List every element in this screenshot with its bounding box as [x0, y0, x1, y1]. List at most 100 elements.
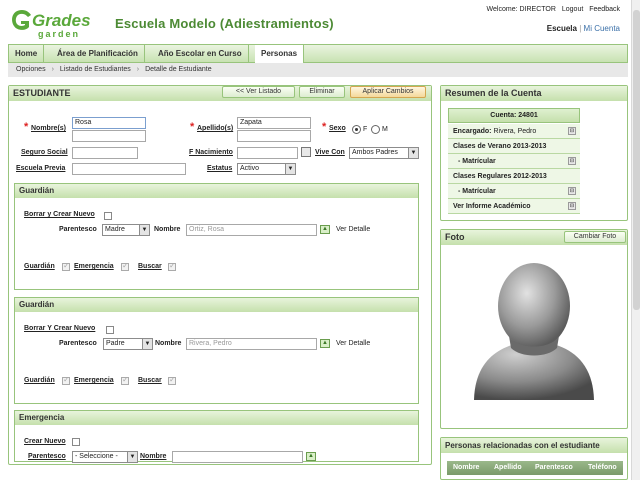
grades-garden-logo: Grades garden	[8, 6, 104, 42]
expand-up-icon[interactable]: ▲	[320, 339, 330, 348]
zoom-icon[interactable]: ⊡	[568, 127, 576, 135]
relation-label: Parentesco	[28, 453, 66, 460]
lives-with-select[interactable]: Ambos Padres ▼	[349, 147, 419, 159]
breadcrumb: Opciones › Listado de Estudiantes › Detalle …	[8, 63, 628, 77]
account-row-summer: Clases de Verano 2013-2013	[448, 139, 580, 154]
col-name[interactable]: Nombre	[453, 461, 479, 475]
school-title: Escuela Modelo (Adiestramientos)	[115, 16, 334, 31]
user-links: Welcome: DIRECTOR Logout Feedback	[483, 6, 620, 13]
chevron-down-icon: ▼	[408, 148, 418, 158]
delete-create-label: Borrar Y Crear Nuevo	[24, 325, 96, 332]
guardian-name-label: Nombre	[154, 226, 181, 233]
account-row-guardian[interactable]: Encargado: Rivera, Pedro ⊡	[448, 124, 580, 139]
emergency-title: Emergencia	[15, 411, 418, 425]
account-summary-title: Resumen de la Cuenta	[441, 86, 627, 101]
emergency-check-label: Emergencia	[74, 263, 114, 270]
breadcrumb-options[interactable]: Opciones	[16, 66, 46, 73]
last-name-second-input[interactable]	[237, 130, 311, 142]
logout-link[interactable]: Logout	[562, 6, 583, 13]
delete-create-checkbox[interactable]	[106, 326, 114, 334]
guardian-checkbox[interactable]	[62, 375, 70, 385]
link-separator: |	[579, 24, 582, 33]
scrollbar-thumb[interactable]	[633, 10, 640, 310]
related-table-header: Nombre Apellido Parentesco Teléfono	[447, 461, 623, 475]
delete-create-label: Borrar y Crear Nuevo	[24, 211, 95, 218]
account-row-enroll-regular[interactable]: - Matrícular ⊡	[448, 184, 580, 199]
ssn-input[interactable]	[72, 147, 138, 159]
calendar-icon[interactable]	[301, 147, 311, 157]
account-row-regular: Clases Regulares 2012-2013	[448, 169, 580, 184]
zoom-icon[interactable]: ⊡	[568, 187, 576, 195]
tab-school-year[interactable]: Año Escolar en Curso	[152, 45, 249, 62]
feedback-link[interactable]: Feedback	[589, 6, 620, 13]
emergency-checkbox[interactable]	[121, 375, 129, 385]
search-checkbox[interactable]	[168, 261, 176, 271]
emergency-name-input[interactable]	[172, 451, 303, 463]
emergency-name-label: Nombre	[140, 453, 167, 460]
chevron-down-icon: ▼	[127, 452, 137, 462]
create-new-checkbox[interactable]	[72, 438, 80, 446]
search-check-label: Buscar	[138, 377, 162, 384]
my-account-link[interactable]: Mi Cuenta	[584, 24, 620, 33]
ssn-label: Seguro Social	[21, 149, 68, 156]
view-detail-link[interactable]: Ver Detalle	[336, 226, 370, 233]
relation-select[interactable]: Madre ▼	[102, 224, 150, 236]
create-new-label: Crear Nuevo	[24, 438, 66, 445]
view-detail-link[interactable]: Ver Detalle	[336, 340, 370, 347]
guardian-checkbox[interactable]	[62, 261, 70, 271]
emergency-section: Emergencia Crear Nuevo Parentesco - Sele…	[14, 410, 419, 463]
col-relation[interactable]: Parentesco	[535, 461, 573, 475]
relation-select[interactable]: - Seleccione - ▼	[72, 451, 138, 463]
breadcrumb-student-detail: Detalle de Estudiante	[145, 66, 212, 73]
guardian-name-input[interactable]: Ortiz, Rosa	[186, 224, 317, 236]
account-number: Cuenta: 24801	[448, 108, 580, 123]
guardian-name-label: Nombre	[155, 340, 182, 347]
account-row-report[interactable]: Ver Informe Académico ⊡	[448, 199, 580, 214]
previous-school-input[interactable]	[72, 163, 186, 175]
sex-m-label: M	[382, 126, 388, 133]
guardian-name-input[interactable]: Rivera, Pedro	[186, 338, 317, 350]
guardian-2-section: Guardián Borrar Y Crear Nuevo Parentesco…	[14, 297, 419, 404]
birthdate-input[interactable]	[237, 147, 298, 159]
guardian-check-label: Guardián	[24, 263, 55, 270]
change-photo-button[interactable]: Cambiar Foto	[564, 231, 626, 243]
first-name-label: * Nombre(s)	[24, 121, 67, 133]
previous-school-label: Escuela Previa	[16, 165, 66, 172]
guardian-1-title: Guardián	[15, 184, 418, 198]
status-select[interactable]: Activo ▼	[237, 163, 296, 175]
breadcrumb-student-list[interactable]: Listado de Estudiantes	[60, 66, 131, 73]
tab-home[interactable]: Home	[9, 45, 45, 62]
delete-button[interactable]: Eliminar	[299, 86, 345, 98]
page-scrollbar[interactable]	[631, 0, 640, 480]
sex-f-radio[interactable]	[352, 125, 361, 134]
expand-up-icon[interactable]: ▲	[306, 452, 316, 461]
sex-label: * Sexo	[322, 121, 346, 133]
last-name-input[interactable]: Zapata	[237, 117, 311, 129]
search-checkbox[interactable]	[168, 375, 176, 385]
emergency-check-label: Emergencia	[74, 377, 114, 384]
first-name-input[interactable]: Rosa	[72, 117, 146, 129]
relation-select[interactable]: Padre ▼	[103, 338, 153, 350]
emergency-checkbox[interactable]	[121, 261, 129, 271]
tab-personas[interactable]: Personas	[255, 45, 305, 63]
sex-m-radio[interactable]	[371, 125, 380, 134]
zoom-icon[interactable]: ⊡	[568, 202, 576, 210]
chevron-down-icon: ▼	[285, 164, 295, 174]
col-lastname[interactable]: Apellido	[494, 461, 522, 475]
guardian-2-title: Guardián	[15, 298, 418, 312]
guardian-1-section: Guardián Borrar y Crear Nuevo Parentesco…	[14, 183, 419, 290]
first-name-second-input[interactable]	[72, 130, 146, 142]
expand-up-icon[interactable]: ▲	[320, 225, 330, 234]
school-link[interactable]: Escuela	[547, 24, 577, 33]
col-phone[interactable]: Teléfono	[588, 461, 617, 475]
main-nav: Home Área de Planificación Año Escolar e…	[8, 44, 628, 63]
zoom-icon[interactable]: ⊡	[568, 157, 576, 165]
student-panel: ESTUDIANTE << Ver Listado Eliminar Aplic…	[8, 85, 432, 465]
view-list-button[interactable]: << Ver Listado	[222, 86, 295, 98]
account-row-enroll-summer[interactable]: - Matrícular ⊡	[448, 154, 580, 169]
delete-create-checkbox[interactable]	[104, 212, 112, 220]
relation-label: Parentesco	[59, 226, 97, 233]
apply-changes-button[interactable]: Aplicar Cambios	[350, 86, 426, 98]
relation-label: Parentesco	[59, 340, 97, 347]
tab-planning[interactable]: Área de Planificación	[51, 45, 145, 62]
